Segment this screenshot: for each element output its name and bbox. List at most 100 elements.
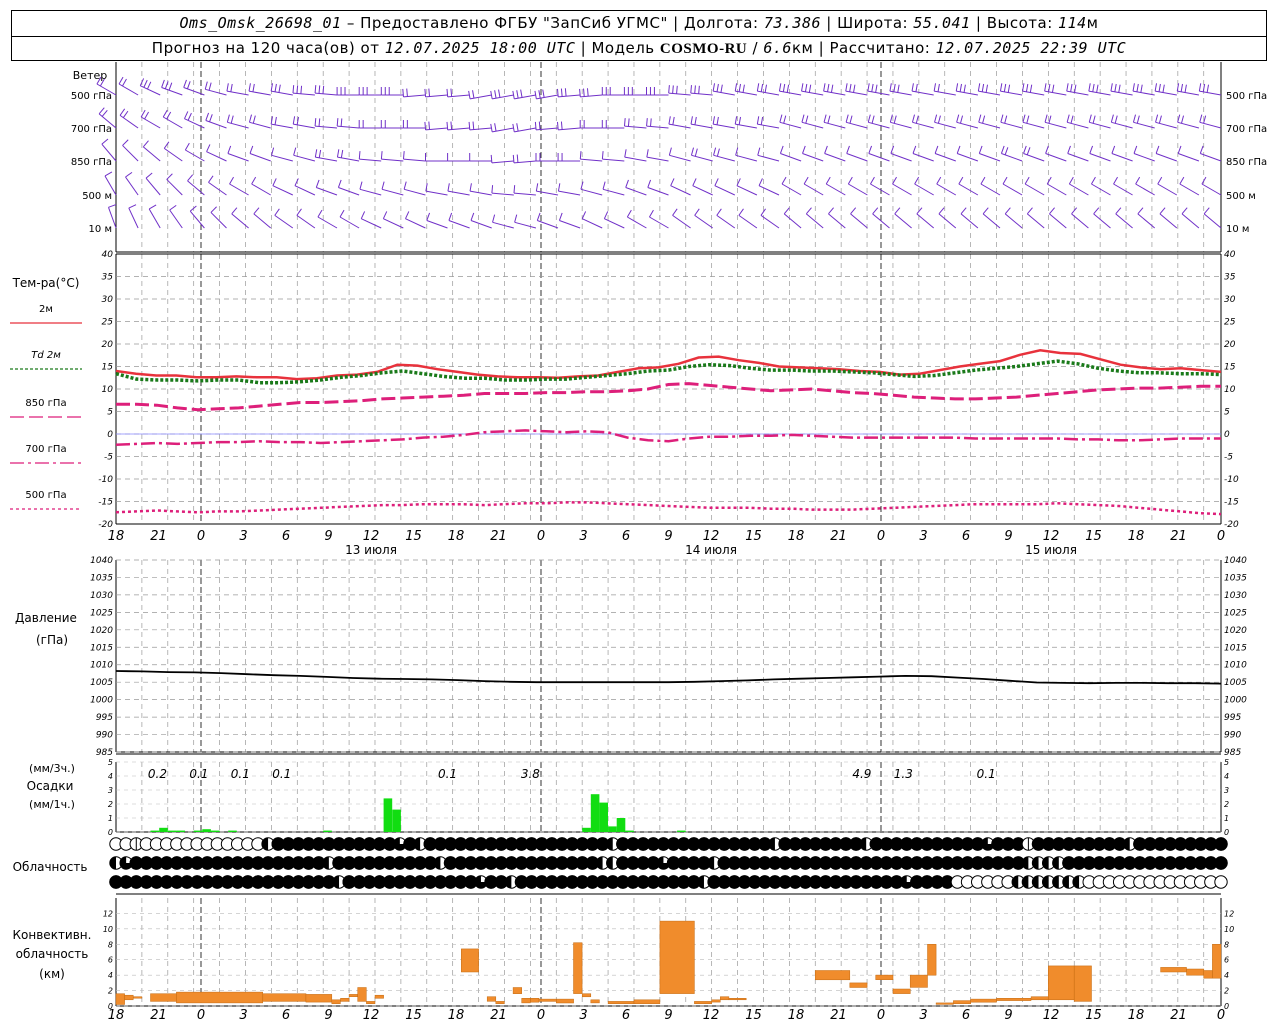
wind-barb (713, 147, 735, 162)
temp-ytick: 0 (107, 430, 113, 440)
cloud-fill-full (1214, 856, 1228, 870)
wind-barb (119, 108, 139, 129)
wind-barb-flag (1088, 114, 1092, 123)
wind-barb-shaft (1177, 121, 1200, 129)
pressure-ytick: 985 (96, 748, 113, 758)
time-tick-label: 3 (919, 529, 927, 544)
wind-barb-flag (937, 83, 940, 92)
wind-barb (253, 207, 272, 229)
wind-barb-shaft (738, 214, 758, 229)
conv-ytick-right: 2 (1224, 987, 1229, 996)
wind-barb-shaft (163, 147, 183, 162)
wind-barb-flag (720, 84, 723, 93)
convective-bar (659, 920, 695, 994)
wind-barb-flag (1132, 114, 1137, 123)
time-tick-label: 15 (1085, 529, 1102, 544)
wind-barb-flag (104, 171, 113, 177)
wind-barb-shaft (145, 177, 161, 196)
conv-ytick: 0 (108, 1002, 113, 1011)
precip-ytick: 4 (108, 772, 113, 781)
wind-barb (690, 116, 713, 129)
precip-ytick: 2 (108, 800, 113, 809)
wind-barb-shaft (339, 216, 360, 229)
wind-barb (534, 89, 559, 100)
wind-barb (382, 211, 404, 229)
wind-barb-flag (690, 116, 693, 125)
wind-barb-flag (424, 88, 427, 97)
convective-bar (124, 994, 134, 1001)
day-label: 14 июля (685, 543, 737, 557)
temp-ytick-right: 20 (1224, 340, 1236, 350)
wind-barb-flag (248, 114, 253, 123)
wind-barb-flag (783, 207, 790, 215)
wind-barb-flag (204, 81, 208, 90)
wind-barb-shaft (491, 192, 514, 196)
wind-barb (1203, 207, 1222, 229)
convective-bar (953, 1000, 971, 1004)
wind-barb-flag (1024, 176, 1030, 185)
wind-barb-shaft (846, 121, 868, 129)
wind-barb-flag (142, 140, 149, 148)
time-tick-label: 21 (150, 1008, 167, 1023)
wind-barb-flag (520, 89, 523, 98)
temp-ytick-right: -5 (1224, 453, 1233, 463)
wind-barb-flag (424, 121, 427, 130)
wind-barb-flag (516, 154, 519, 163)
wind-barb-shaft (669, 154, 691, 162)
wind-barb-shaft (934, 121, 956, 129)
wind-barb-shaft (914, 183, 934, 196)
wind-barb (646, 149, 669, 162)
wind-barb-shaft (189, 210, 205, 229)
wind-barb-shaft (894, 213, 912, 229)
wind-barb-shaft (128, 207, 139, 229)
wind-barb-shaft (337, 125, 360, 129)
pressure-ytick-right: 1040 (1224, 556, 1247, 566)
wind-barb (1022, 114, 1045, 129)
wind-barb-flag (230, 83, 233, 92)
wind-barb (339, 209, 360, 229)
wind-barb (1157, 176, 1178, 196)
wind-barb-shaft (624, 125, 647, 129)
wind-barb (603, 211, 625, 229)
wind-barb (469, 183, 492, 196)
wind-level-label: 500 гПа (71, 91, 112, 102)
cloud-symbol (1214, 875, 1228, 889)
wind-barb-flag (1070, 83, 1073, 92)
wind-barb-flag (1118, 84, 1121, 93)
wind-barb-flag (779, 145, 784, 154)
wind-barb-shaft (1132, 90, 1155, 96)
wind-barb-shaft (271, 90, 293, 96)
wind-barb-flag (300, 85, 303, 94)
wind-barb (694, 208, 713, 229)
wind-barb-flag (1074, 84, 1077, 93)
wind-barb-shaft (580, 94, 603, 98)
wind-barb-flag (122, 78, 127, 87)
wind-barb-flag (1177, 145, 1182, 154)
wind-barb (736, 178, 758, 196)
wind-level-label: 700 гПа (71, 124, 112, 135)
wind-barb-shaft (536, 190, 559, 196)
convective-bar (262, 993, 307, 1002)
wind-barb-shaft (1111, 121, 1133, 129)
wind-barb-flag (779, 114, 783, 123)
wind-title: Ветер (73, 69, 107, 82)
wind-barb (623, 118, 647, 129)
wind-barb-shaft (783, 213, 802, 229)
precip-bar (677, 830, 686, 832)
wind-barb (140, 109, 161, 129)
wind-barb-shaft (1044, 90, 1067, 96)
wind-barb (1199, 114, 1222, 129)
wind-barb-flag (1092, 115, 1096, 124)
wind-barb-flag (227, 145, 232, 154)
wind-barb (938, 207, 957, 229)
wind-barb-flag (760, 83, 764, 92)
wind-barb (1159, 207, 1178, 229)
wind-barb (894, 207, 912, 229)
wind-barb-shaft (692, 185, 713, 196)
wind-barb-flag (318, 149, 322, 158)
wind-barb-shaft (1000, 121, 1023, 129)
wind-barb (1088, 83, 1111, 96)
conv-ytick-right: 12 (1224, 909, 1234, 918)
wind-barb-shaft (271, 154, 293, 162)
wind-barb-flag (337, 179, 342, 188)
